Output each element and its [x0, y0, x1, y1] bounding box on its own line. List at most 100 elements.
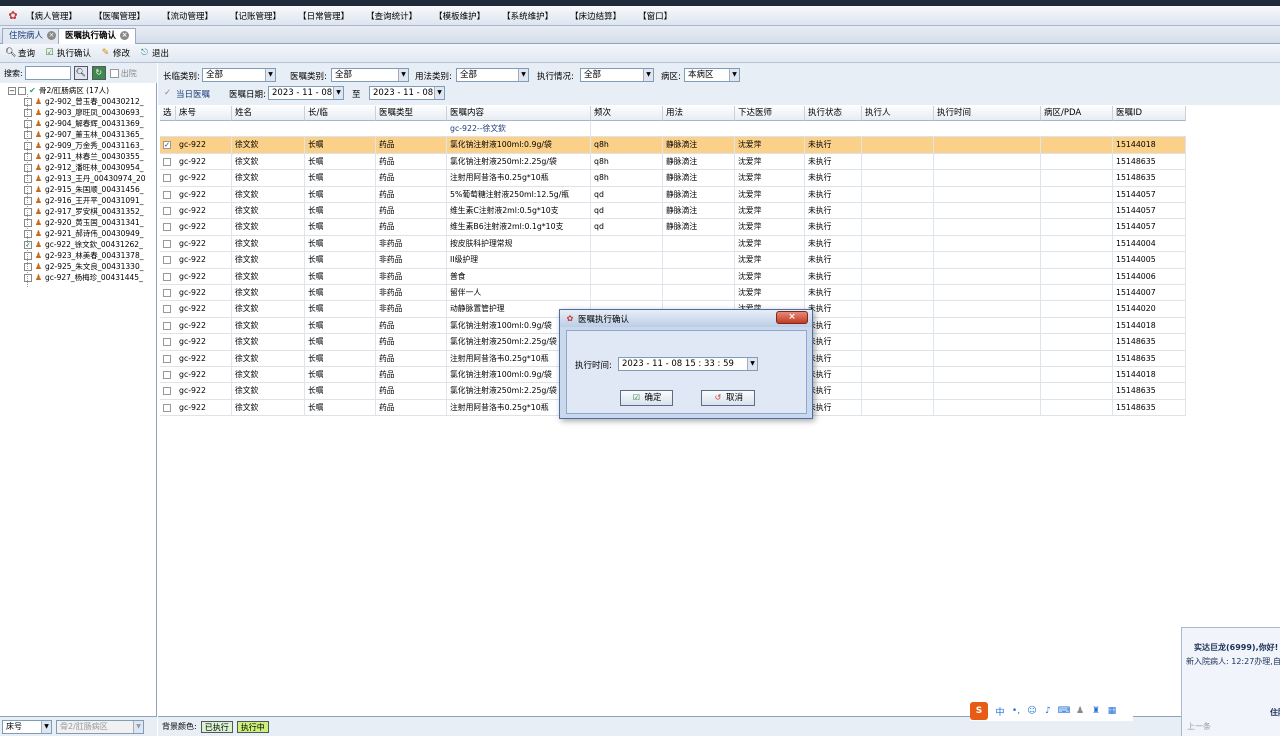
row-checkbox[interactable] — [163, 387, 171, 396]
confirm-button[interactable]: ☑ 执行确认 — [44, 47, 91, 60]
menu-template[interactable]: 【模板维护】 — [434, 10, 485, 22]
table-row[interactable]: gc-922 徐文欽 长嘱 药品 氯化钠注射液250ml:2.25g/袋 q8h 静脉滴注沈… — [160, 153, 1186, 171]
tree-patient[interactable]: ♟ g2-913_王丹_00430974_20 — [0, 173, 157, 184]
row-checkbox[interactable] — [163, 338, 171, 347]
patient-checkbox[interactable] — [24, 229, 32, 238]
column-header[interactable]: 医嘱类型 — [376, 106, 447, 121]
column-header[interactable]: 频次 — [591, 106, 663, 121]
notification-prev[interactable]: 上一条 — [1187, 721, 1211, 732]
patient-checkbox[interactable] — [24, 207, 32, 216]
tree-patient[interactable]: ♟ g2-923_林美春_00431378_ — [0, 250, 157, 261]
tree-patient[interactable]: ♟ g2-904_解春辉_00431369_ — [0, 118, 157, 129]
tree-patient[interactable]: ♟ g2-917_罗安棋_00431352_ — [0, 206, 157, 217]
row-checkbox[interactable] — [163, 157, 171, 166]
patient-checkbox[interactable] — [24, 262, 32, 271]
patient-checkbox[interactable] — [24, 130, 32, 139]
row-checkbox[interactable] — [163, 403, 171, 412]
search-icon[interactable]: 🔍︎ — [73, 66, 88, 80]
patient-checkbox[interactable] — [24, 185, 32, 194]
row-checkbox[interactable] — [163, 305, 171, 314]
chinese-mode-icon[interactable]: 中 — [992, 705, 1008, 718]
discharged-checkbox[interactable] — [109, 68, 119, 78]
patient-checkbox[interactable] — [24, 97, 32, 106]
column-header[interactable]: 床号 — [176, 106, 232, 121]
tree-checkbox[interactable] — [18, 86, 26, 95]
tree-patient[interactable]: ♟ g2-921_郝诗伟_00430949_ — [0, 228, 157, 239]
tab-order-confirm[interactable]: 医嘱执行确认 × — [58, 28, 137, 44]
tree-patient[interactable]: ♟ g2-920_黄玉国_00431341_ — [0, 217, 157, 228]
tree-patient[interactable]: ♟ g2-902_曾玉春_00430212_ — [0, 96, 157, 107]
table-row[interactable]: gc-922 徐文欽 长嘱 非药品 按皮肤科护理常规 沈爱萍 未执行 15144004 — [160, 235, 1186, 253]
tree-patient[interactable]: ♟ g2-912_潘旺林_00430954_ — [0, 162, 157, 173]
menu-daily[interactable]: 【日常管理】 — [298, 10, 349, 22]
user-icon[interactable]: ♟ — [1072, 706, 1088, 716]
collapse-icon[interactable]: − — [8, 86, 16, 95]
column-header[interactable]: 用法 — [663, 106, 735, 121]
close-icon[interactable]: × — [47, 31, 57, 40]
row-checkbox[interactable] — [163, 272, 171, 281]
table-row[interactable]: gc-922 徐文欽 长嘱 非药品 II级护理 沈爱萍 未执行 15144005 — [160, 252, 1186, 269]
ordertype-select[interactable]: 全部 ▼ — [331, 68, 409, 82]
row-checkbox[interactable] — [163, 256, 171, 265]
date-to-picker[interactable]: 2023 - 11 - 08 ▼ — [369, 86, 445, 100]
column-header[interactable]: 长/临 — [305, 106, 376, 121]
row-checkbox[interactable] — [163, 289, 171, 297]
menu-window[interactable]: 【窗口】 — [638, 10, 672, 22]
patient-checkbox[interactable] — [24, 152, 32, 161]
table-row[interactable]: gc-922 徐文欽 长嘱 药品 5%葡萄糖注射液250ml:12.5g/瓶 qd 静脉滴注… — [160, 186, 1186, 203]
patient-checkbox[interactable] — [24, 163, 32, 172]
patient-checkbox[interactable] — [24, 273, 32, 282]
patient-checkbox[interactable] — [24, 251, 32, 260]
keyboard-icon[interactable]: ⌨ — [1056, 706, 1072, 716]
patient-checkbox[interactable]: ✓ — [24, 240, 32, 249]
usage-select[interactable]: 全部 ▼ — [456, 68, 529, 82]
column-header[interactable]: 姓名 — [232, 106, 305, 121]
refresh-icon[interactable]: ↻ — [91, 66, 106, 80]
tab-inpatients[interactable]: 住院病人 × — [2, 28, 64, 44]
grid-menu-icon[interactable]: ▦ — [1104, 706, 1120, 716]
notification-popup[interactable]: 实达巨龙(6999),你好! 新入院病人: 12:27办理,自费 住院 上一条 — [1181, 627, 1280, 736]
tree-root[interactable]: − ✔ 骨2/肛肠病区 (17人) — [0, 85, 157, 96]
row-checkbox[interactable] — [163, 223, 171, 232]
patient-checkbox[interactable] — [24, 141, 32, 150]
table-row[interactable]: gc-922 徐文欽 长嘱 非药品 留伴一人 沈爱萍 未执行 15144007 — [160, 285, 1186, 302]
menu-query[interactable]: 【查询统计】 — [366, 10, 417, 22]
row-checkbox[interactable] — [163, 354, 171, 363]
patient-checkbox[interactable] — [24, 174, 32, 183]
emoji-icon[interactable]: ☺ — [1024, 706, 1040, 716]
table-row[interactable]: gc-922 徐文欽 长嘱 药品 维生素B6注射液2ml:0.1g*10支 qd 静脉滴注沈… — [160, 219, 1186, 236]
column-header[interactable]: 执行状态 — [805, 106, 862, 121]
menu-orders[interactable]: 【医嘱管理】 — [94, 10, 145, 22]
sogou-logo-icon[interactable]: S — [970, 702, 988, 720]
row-checkbox[interactable] — [163, 174, 171, 183]
today-checkbox[interactable]: ✓ — [164, 88, 171, 98]
table-row[interactable]: gc-922 徐文欽 长嘱 非药品 普食 沈爱萍 未执行 15144006 — [160, 268, 1186, 285]
tree-patient[interactable]: ♟ g2-916_王开平_00431091_ — [0, 195, 157, 206]
row-checkbox[interactable] — [163, 190, 171, 199]
menu-bedside[interactable]: 【床边结算】 — [570, 10, 621, 22]
tree-patient[interactable]: ♟ g2-903_廖旺凤_00430693_ — [0, 107, 157, 118]
menu-billing[interactable]: 【记账管理】 — [230, 10, 281, 22]
row-checkbox[interactable] — [163, 321, 171, 330]
search-input[interactable] — [24, 66, 71, 80]
tree-patient[interactable]: ♟ gc-927_杨梅珍_00431445_ — [0, 272, 157, 283]
table-row[interactable]: ✓ gc-922 徐文欽 长嘱 药品 氯化钠注射液100ml:0.9g/袋 q8h 静脉滴注沈… — [160, 137, 1186, 154]
close-icon[interactable]: × — [120, 31, 130, 40]
tree-patient[interactable]: ♟ g2-909_万金秀_00431163_ — [0, 140, 157, 151]
exec-time-picker[interactable]: 2023 - 11 - 08 15 : 33 : 59 ▼ — [618, 357, 758, 371]
tree-patient[interactable]: ♟ g2-907_董玉林_00431365_ — [0, 129, 157, 140]
tree-patient[interactable]: ✓ ♟ gc-922_徐文欽_00431262_ — [0, 239, 157, 250]
exit-button[interactable]: ⎋ 退出 — [139, 47, 169, 60]
table-row[interactable]: gc-922 徐文欽 长嘱 药品 注射用阿昔洛韦0.25g*10瓶 q8h 静脉滴注 沈爱萍未… — [160, 170, 1186, 187]
tree-patient[interactable]: ♟ g2-915_朱国顺_00431456_ — [0, 184, 157, 195]
row-checkbox[interactable] — [163, 371, 171, 379]
column-header[interactable]: 执行人 — [862, 106, 934, 121]
column-header[interactable]: 病区/PDA — [1041, 106, 1113, 121]
tree-patient[interactable]: ♟ g2-925_朱文良_00431330_ — [0, 261, 157, 272]
punctuation-icon[interactable]: •, — [1008, 706, 1024, 716]
column-header[interactable]: 执行时间 — [934, 106, 1041, 121]
row-checkbox[interactable]: ✓ — [163, 141, 171, 150]
ward-filter-select[interactable]: 本病区 ▼ — [684, 68, 740, 82]
column-header[interactable]: 选 — [160, 106, 176, 121]
sort-select[interactable]: 床号 ▼ — [2, 719, 52, 734]
